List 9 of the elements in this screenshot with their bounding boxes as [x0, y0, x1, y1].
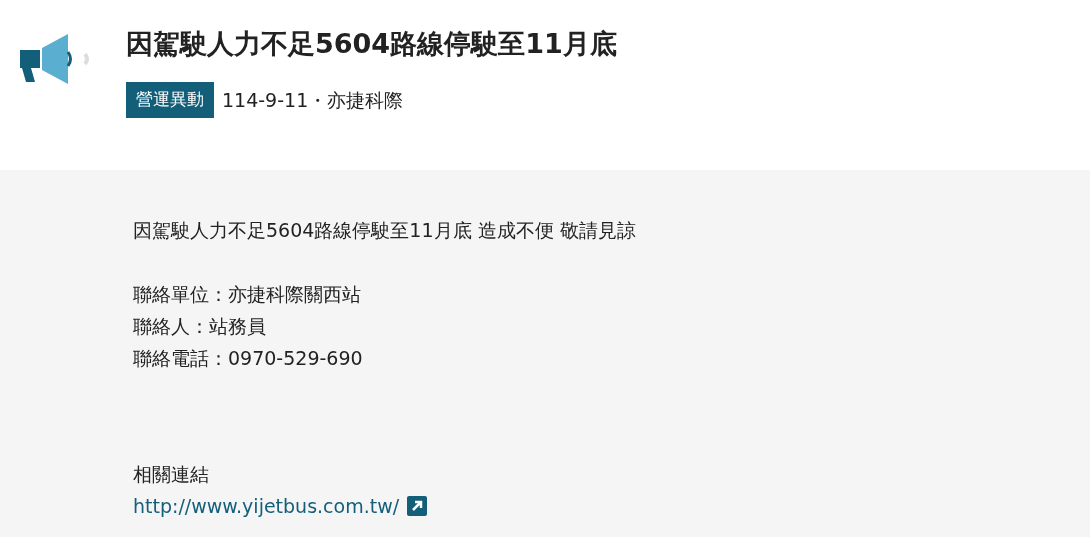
related-link[interactable]: http://www.yijetbus.com.tw/: [133, 490, 400, 522]
links-heading: 相關連結: [133, 462, 209, 487]
contact-info: 聯絡人：站務員: [133, 314, 266, 339]
announcement-title: 因駕駛人力不足5604路線停駛至11月底: [126, 27, 617, 61]
date-publisher: 114-9-11・亦捷科際: [222, 87, 404, 113]
contact-info: 聯絡電話：0970-529-690: [133, 346, 363, 371]
contact-info: 聯絡單位：亦捷科際關西站: [133, 282, 361, 307]
announcement-text: 因駕駛人力不足5604路線停駛至11月底 造成不便 敬請見諒: [133, 218, 636, 243]
category-tag: 營運異動: [126, 82, 214, 118]
